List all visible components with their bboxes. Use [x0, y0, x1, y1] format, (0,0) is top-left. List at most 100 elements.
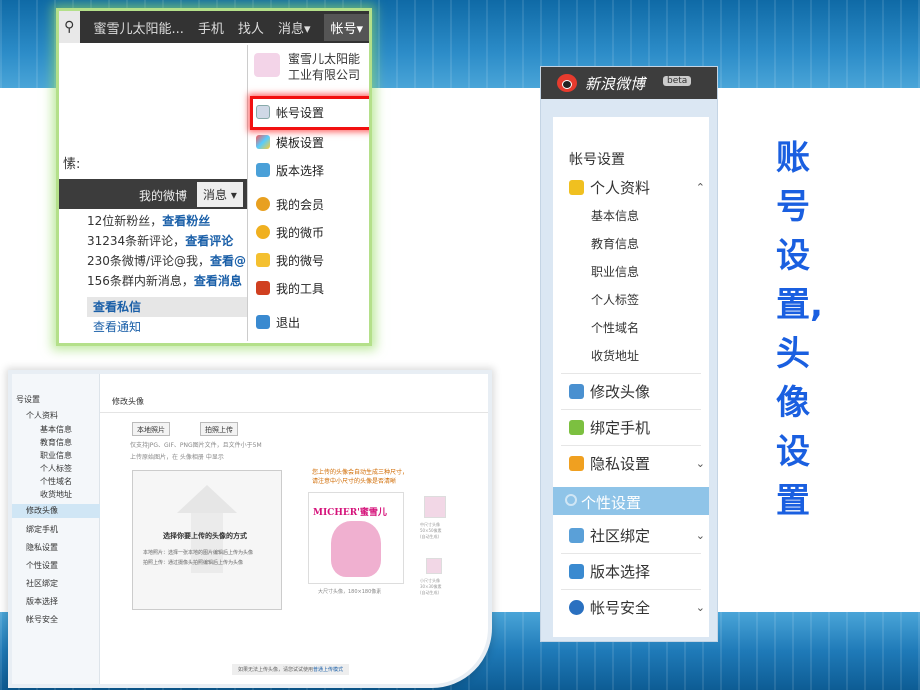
coin-icon — [256, 225, 270, 239]
menu-item-logout[interactable]: 退出 — [256, 311, 366, 333]
menu-item-version-select[interactable]: 版本选择 — [256, 159, 366, 181]
vip-icon — [256, 197, 270, 211]
menu-item-security[interactable]: 帐号安全 ⌄ — [569, 597, 705, 618]
divider — [561, 589, 701, 590]
menu-item-membership[interactable]: 我的会员 — [256, 193, 366, 215]
menu-item-template-settings[interactable]: 模板设置 — [256, 131, 366, 153]
sidebar-subitem[interactable]: 教育信息 — [40, 437, 72, 448]
message-list: 12位新粉丝，查看粉丝 31234条新评论，查看评论 230条微博/评论@我，查… — [87, 211, 255, 337]
logout-icon — [256, 315, 270, 329]
link-private-messages[interactable]: 查看私信 — [87, 297, 255, 317]
menu-subitem-address[interactable]: 收货地址 — [591, 347, 639, 364]
number-icon — [256, 253, 270, 267]
size-warning: 您上传的头像会自动生成三种尺寸， 请注意中小尺寸的头像是否清晰 — [312, 468, 408, 486]
sidebar-title: 号设置 — [16, 395, 40, 404]
local-photo-button[interactable]: 本地照片 — [132, 422, 170, 436]
page-title: 修改头像 — [112, 397, 144, 406]
original-upload-checkbox[interactable]: 上传原始图片，在 头像相册 中显示 — [130, 452, 224, 461]
sidebar-item-profile[interactable]: 个人资料 — [26, 410, 58, 421]
size-warning-line: 您上传的头像会自动生成三种尺寸， — [312, 469, 409, 476]
menu-item-weibo-coins[interactable]: 我的微币 — [256, 221, 366, 243]
upload-fallback-note: 如果无法上传头像，请您试试使用普通上传模式 — [232, 664, 350, 675]
nav-messages[interactable]: 消息▾ — [278, 18, 311, 37]
title-char: 设 — [776, 236, 810, 276]
tab-my-weibo[interactable]: 我的微博 — [139, 187, 187, 204]
title-char: 置 — [776, 481, 810, 521]
settings-panel: 新浪微博 beta 帐号设置 个人资料 ⌃ 基本信息 教育信息 职业信息 个人标… — [540, 66, 718, 642]
menu-subitem-education[interactable]: 教育信息 — [591, 235, 639, 252]
sidebar-item-security[interactable]: 帐号安全 — [26, 614, 58, 625]
sidebar-item-privacy[interactable]: 隐私设置 — [26, 542, 58, 553]
menu-item-label: 社区绑定 — [590, 527, 651, 545]
upload-hint-local: 本地照片：选择一张本地的图片编辑后上传为头像 — [143, 550, 254, 556]
camera-upload-button[interactable]: 拍照上传 — [200, 422, 238, 436]
link-group-messages[interactable]: 查看消息 — [194, 274, 242, 288]
profile-icon — [569, 180, 584, 195]
cartoon-figure — [331, 521, 381, 577]
sidebar-item-personal[interactable]: 个性设置 — [26, 560, 58, 571]
avatar-icon — [569, 384, 584, 399]
dropdown-header: 蜜雪儿太阳能工业有限公司 — [252, 49, 368, 85]
highlight-box — [250, 96, 369, 130]
top-navigation: ⚲ 蜜雪儿太阳能... 手机 找人 消息▾ 帐号▾ — [59, 11, 369, 43]
sidebar-item-community[interactable]: 社区绑定 — [26, 578, 58, 589]
avatar-preview-small — [426, 558, 442, 574]
fallback-text: 如果无法上传头像，请您试试使用 — [238, 667, 314, 673]
settings-sidebar: 号设置 个人资料 基本信息 教育信息 职业信息 个人标签 个性域名 收货地址 修… — [12, 374, 100, 684]
link-mentions[interactable]: 查看@ — [210, 254, 246, 268]
avatar-preview-medium — [424, 496, 446, 518]
menu-item-community[interactable]: 社区绑定 ⌄ — [569, 525, 705, 546]
menu-item-account-settings[interactable]: 帐号设置 — [250, 96, 369, 130]
menu-item-profile[interactable]: 个人资料 ⌃ — [569, 177, 705, 198]
palette-icon — [256, 135, 270, 149]
sidebar-subitem[interactable]: 个性域名 — [40, 476, 72, 487]
normal-upload-link[interactable]: 普通上传模式 — [313, 667, 343, 673]
menu-item-bind-phone[interactable]: 绑定手机 — [569, 417, 705, 438]
account-dropdown: 蜜雪儿太阳能工业有限公司 帐号设置 模板设置 版本选择 我的会员 我的微币 我的… — [247, 45, 369, 341]
sidebar-item-version[interactable]: 版本选择 — [26, 596, 58, 607]
divider — [561, 409, 701, 410]
menu-item-version[interactable]: 版本选择 — [569, 561, 705, 582]
sidebar-subitem[interactable]: 职业信息 — [40, 450, 72, 461]
caption-line: (自动生成) — [420, 534, 440, 539]
menu-subitem-career[interactable]: 职业信息 — [591, 263, 639, 280]
link-fans[interactable]: 查看粉丝 — [162, 214, 210, 228]
nav-company[interactable]: 蜜雪儿太阳能... — [94, 18, 184, 37]
weibo-logo-icon — [557, 74, 577, 92]
brand-logo: MICHER'蜜雪儿 — [313, 508, 387, 518]
upload-area[interactable]: 选择你要上传的头像的方式 本地照片：选择一张本地的图片编辑后上传为头像 拍照上传… — [132, 470, 282, 610]
format-note: 仅支持JPG、GIF、PNG图片文件，且文件小于5M — [130, 442, 262, 449]
company-avatar — [254, 53, 280, 77]
search-icon[interactable]: ⚲ — [59, 11, 80, 43]
list-item: 12位新粉丝，查看粉丝 — [87, 214, 211, 228]
menu-item-avatar[interactable]: 修改头像 — [569, 381, 705, 402]
link-comments[interactable]: 查看评论 — [185, 234, 233, 248]
menu-subitem-basic[interactable]: 基本信息 — [591, 207, 639, 224]
sidebar-item-avatar[interactable]: 修改头像 — [12, 504, 100, 518]
phone-icon — [569, 420, 584, 435]
menu-subitem-tags[interactable]: 个人标签 — [591, 291, 639, 308]
sidebar-subitem[interactable]: 个人标签 — [40, 463, 72, 474]
message-bar: 我的微博 消息 ▾ — [59, 179, 249, 209]
menu-item-tools[interactable]: 我的工具 — [256, 277, 366, 299]
nav-find-people[interactable]: 找人 — [238, 18, 264, 37]
tab-messages[interactable]: 消息 ▾ — [197, 182, 243, 207]
window-icon — [569, 564, 584, 579]
sidebar-item-phone[interactable]: 绑定手机 — [26, 524, 58, 535]
nav-phone[interactable]: 手机 — [198, 18, 224, 37]
menu-item-weibo-number[interactable]: 我的微号 — [256, 249, 366, 271]
link-notifications[interactable]: 查看通知 — [87, 317, 255, 337]
menu-item-privacy[interactable]: 隐私设置 ⌄ — [569, 453, 705, 474]
weibo-header: 新浪微博 beta — [541, 67, 717, 99]
menu-item-personal-settings[interactable]: 个性设置 — [553, 487, 709, 515]
sidebar-subitem[interactable]: 基本信息 — [40, 424, 72, 435]
nav-account[interactable]: 帐号▾ — [324, 13, 369, 41]
lock-icon — [569, 456, 584, 471]
wrench-icon — [565, 494, 577, 506]
sidebar-subitem[interactable]: 收货地址 — [40, 489, 72, 500]
avatar-preview-large: MICHER'蜜雪儿 — [308, 492, 404, 584]
menu-item-label: 个性设置 — [581, 494, 642, 512]
menu-item-label: 隐私设置 — [590, 455, 651, 473]
menu-subitem-domain[interactable]: 个性域名 — [591, 319, 639, 336]
slide-title: 账 号 设 置, 头 像 设 置 — [776, 134, 836, 526]
